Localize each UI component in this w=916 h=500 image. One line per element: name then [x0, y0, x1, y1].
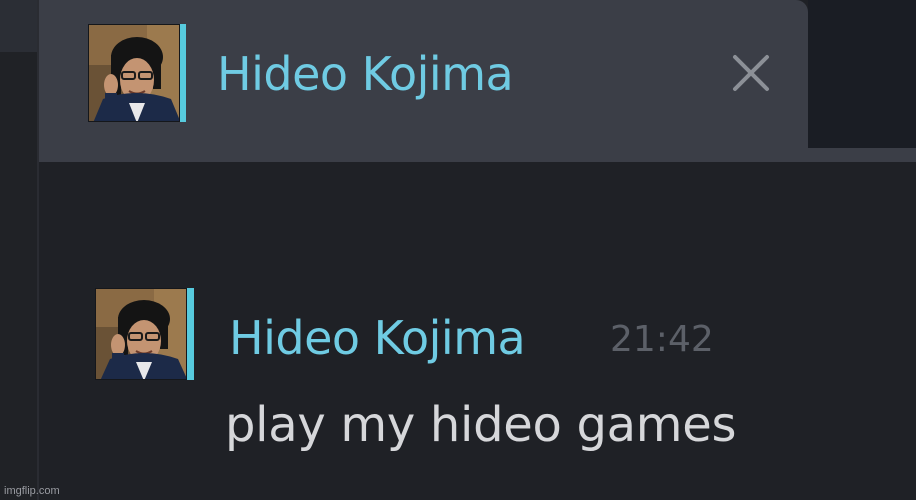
tab-online-status-bar — [180, 24, 186, 122]
message-online-status-bar — [187, 288, 194, 380]
message-timestamp: 21:42 — [610, 319, 714, 360]
tab-bar-empty-area — [808, 0, 916, 148]
close-icon-glyph — [733, 55, 769, 91]
avatar-image — [96, 289, 186, 379]
watermark: imgflip.com — [4, 485, 60, 497]
avatar-image — [89, 25, 179, 121]
tab-avatar — [88, 24, 180, 122]
message-text: play my hideo games — [225, 397, 737, 453]
friends-list-panel — [0, 0, 38, 500]
chat-tab-title[interactable]: Hideo Kojima — [217, 44, 514, 104]
message-sender-name[interactable]: Hideo Kojima — [229, 307, 526, 369]
message-avatar[interactable] — [95, 288, 187, 380]
friends-list-header — [0, 0, 38, 52]
close-icon[interactable] — [726, 48, 776, 98]
